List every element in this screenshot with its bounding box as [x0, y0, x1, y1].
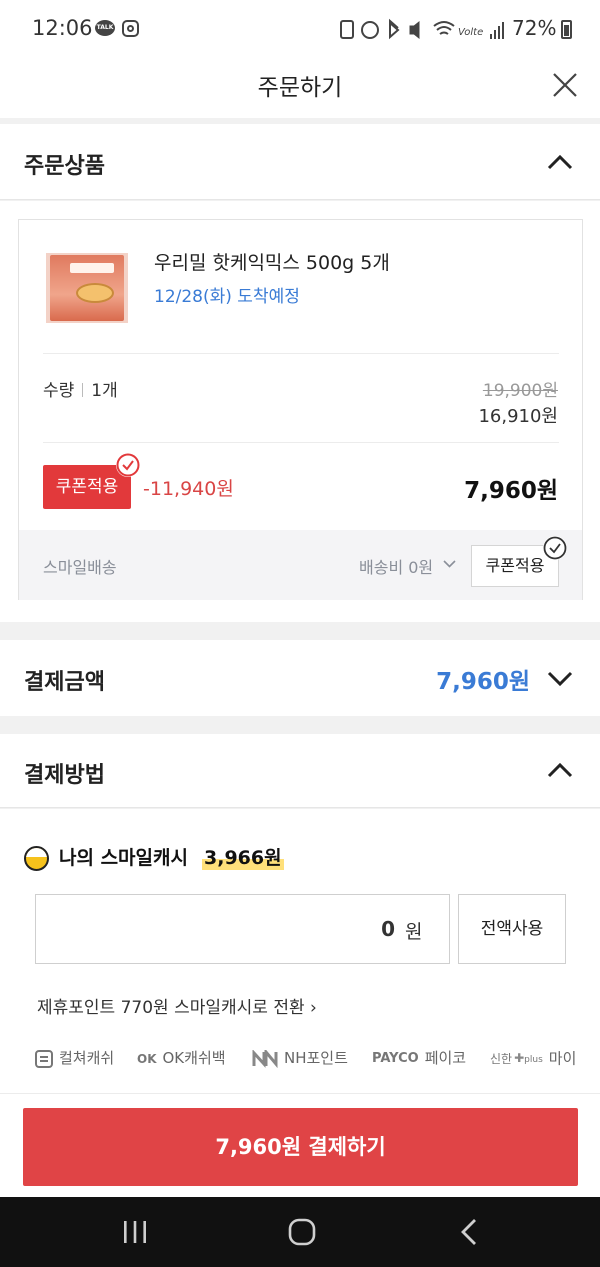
partner-label: 페이코	[424, 1049, 467, 1067]
clipboard-icon	[340, 20, 354, 39]
partner-label: 컬쳐캐쉬	[59, 1049, 115, 1067]
partner-points-row: 컬쳐캐쉬 OK OK캐쉬백 NH포인트 PAYCO 페이코 신한 ✚plus 마이	[0, 1045, 600, 1075]
pay-button[interactable]: 7,960원 결제하기	[23, 1108, 578, 1186]
product-name[interactable]: 우리밀 핫케익믹스 500g 5개	[154, 248, 390, 275]
partner-ok-cashbag[interactable]: OK OK캐쉬백	[137, 1045, 226, 1071]
instagram-icon	[122, 20, 139, 37]
final-price: 7,960원	[464, 478, 558, 504]
quantity: 수량 1개	[43, 376, 118, 401]
volte-icon: Volte	[458, 27, 483, 38]
partner-label: OK캐쉬백	[162, 1049, 226, 1067]
check-circle-icon	[116, 453, 140, 477]
smile-cash-balance: 3,966원	[202, 843, 284, 870]
original-price: 19,900원	[482, 381, 558, 401]
payment-amount-header[interactable]: 결제금액 7,960원	[0, 640, 600, 716]
check-circle-icon	[543, 536, 567, 560]
shipping-bar: 스마일배송 배송비 0원 쿠폰적용	[19, 530, 582, 600]
payment-amount-value: 7,960원	[436, 669, 530, 695]
divider	[43, 442, 559, 443]
section-title-payment-method: 결제방법	[24, 763, 105, 788]
chevron-up-icon[interactable]	[547, 154, 573, 170]
discount-amount: -11,940원	[143, 478, 234, 500]
smile-cash-icon	[24, 846, 49, 871]
shipping-fee[interactable]: 배송비 0원	[359, 554, 433, 578]
status-icons: Volte	[340, 18, 504, 40]
payco-icon: PAYCO	[372, 1050, 419, 1066]
product-card: 우리밀 핫케익믹스 500g 5개 12/28(화) 도착예정 수량 1개 19,…	[18, 219, 583, 600]
system-nav-bar	[0, 1197, 600, 1267]
smile-cash-amount-input[interactable]	[35, 894, 450, 964]
quantity-separator	[82, 383, 84, 397]
delivery-date: 12/28(화) 도착예정	[154, 287, 300, 307]
section-title-order-products: 주문상품	[24, 154, 105, 179]
divider	[43, 353, 559, 354]
order-products-header[interactable]: 주문상품	[0, 124, 600, 200]
partner-payco[interactable]: PAYCO 페이코	[372, 1045, 466, 1071]
order-products-body: 우리밀 핫케익믹스 500g 5개 12/28(화) 도착예정 수량 1개 19,…	[0, 201, 600, 622]
header: 주문하기	[0, 58, 600, 118]
section-title-payment-amount: 결제금액	[24, 670, 105, 695]
sale-price: 16,910원	[478, 406, 558, 427]
status-bar: 12:06 TALK Volte 72%	[0, 0, 600, 58]
chevron-up-icon[interactable]	[547, 762, 573, 778]
shipping-label: 스마일배송	[43, 558, 117, 577]
signal-icon	[490, 34, 492, 39]
partner-culture-cash[interactable]: 컬쳐캐쉬	[35, 1045, 114, 1071]
home-icon[interactable]	[288, 1218, 316, 1246]
chevron-down-icon[interactable]	[547, 671, 573, 687]
product-box-label	[70, 263, 114, 273]
wifi-icon	[433, 21, 455, 35]
smile-cash-label: 나의 스마일캐시	[59, 847, 188, 869]
recent-apps-icon[interactable]	[122, 1220, 148, 1244]
culture-cash-icon	[35, 1049, 53, 1068]
bluetooth-icon	[389, 18, 400, 40]
back-icon[interactable]	[459, 1217, 479, 1247]
nh-icon	[252, 1049, 278, 1068]
partner-label: NH포인트	[284, 1049, 348, 1067]
pancake-image	[76, 283, 114, 303]
battery-icon	[561, 20, 572, 39]
product-thumbnail[interactable]	[46, 253, 128, 323]
payment-method-body: 나의 스마일캐시 3,966원 원 전액사용 제휴포인트 770원 스마일캐시로…	[0, 809, 600, 1093]
partner-nh-point[interactable]: NH포인트	[252, 1045, 348, 1071]
quantity-value: 1개	[91, 381, 118, 401]
partner-label: 마이	[548, 1049, 577, 1068]
pay-area: 7,960원 결제하기	[0, 1093, 600, 1197]
currency-unit: 원	[405, 921, 423, 943]
alarm-icon	[361, 21, 379, 39]
kakaotalk-icon: TALK	[95, 20, 115, 36]
quantity-label: 수량	[43, 381, 75, 401]
convert-points-link[interactable]: 제휴포인트 770원 스마일캐시로 전환 ›	[37, 993, 317, 1018]
partner-shinhan-plus[interactable]: 신한 ✚plus 마이	[490, 1045, 576, 1071]
shinhan-icon: 신한	[490, 1052, 513, 1066]
battery-percent: 72%	[512, 16, 557, 40]
close-icon[interactable]	[550, 70, 580, 100]
mute-icon	[409, 20, 420, 40]
status-time: 12:06	[32, 16, 93, 40]
shinhan-plus-icon: ✚plus	[514, 1051, 543, 1065]
payment-method-header[interactable]: 결제방법	[0, 734, 600, 808]
page-title: 주문하기	[257, 75, 343, 101]
chevron-down-icon[interactable]	[443, 560, 456, 568]
ok-cashbag-icon: OK	[137, 1051, 157, 1066]
use-all-button[interactable]: 전액사용	[458, 894, 566, 964]
